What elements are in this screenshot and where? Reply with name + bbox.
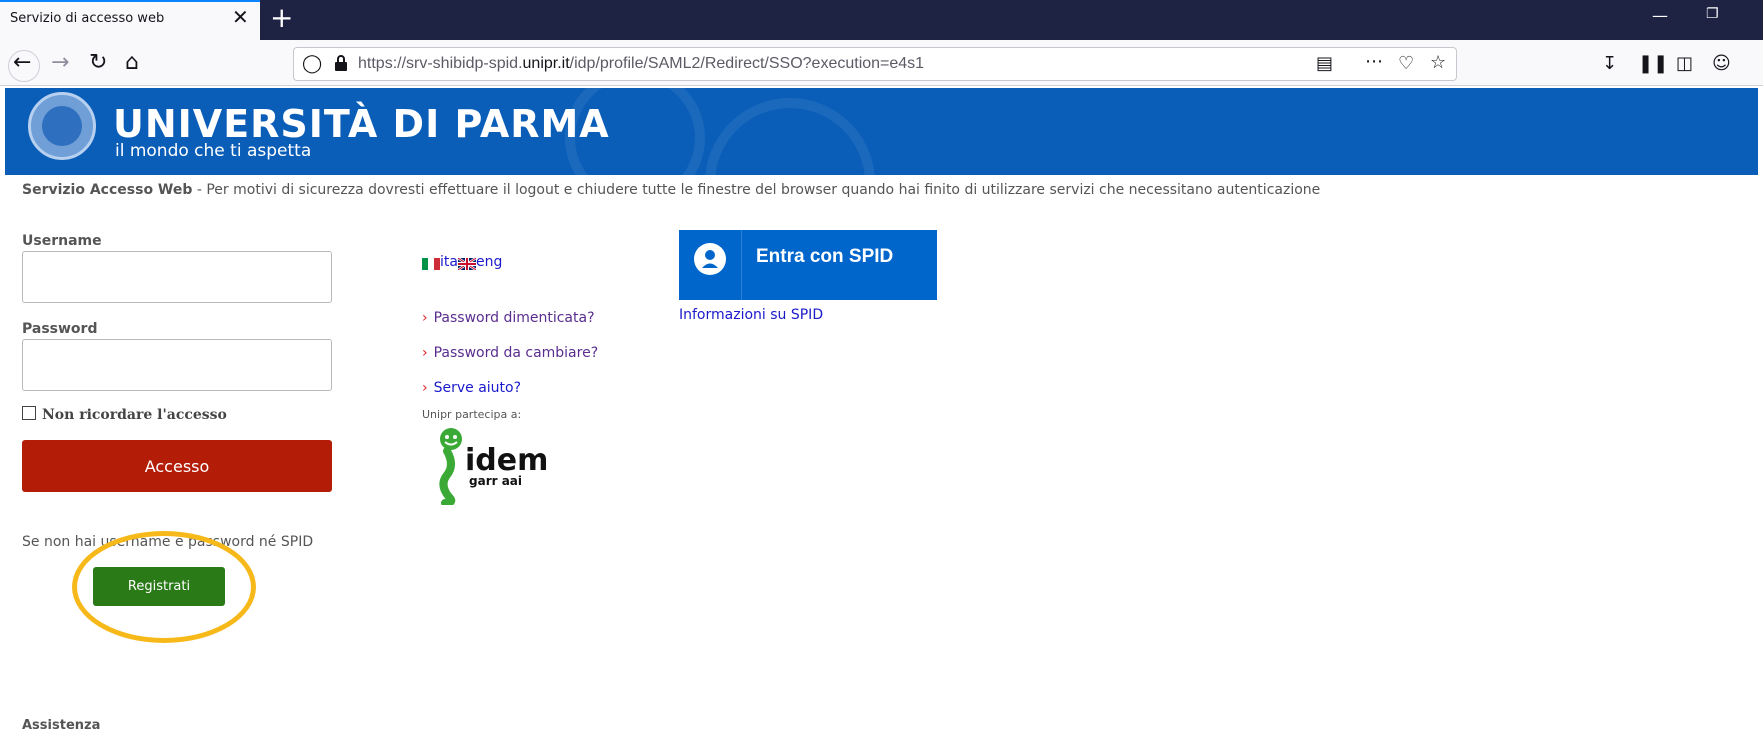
username-label: Username bbox=[22, 233, 102, 249]
sidebar-icon[interactable]: ◫ bbox=[1676, 55, 1693, 73]
pocket-icon[interactable]: ♡ bbox=[1398, 55, 1414, 73]
lock-icon[interactable] bbox=[334, 54, 348, 76]
back-arrow-icon: ← bbox=[13, 50, 32, 75]
idem-logo-text: idem bbox=[465, 443, 548, 478]
university-tagline: il mondo che ti aspetta bbox=[115, 141, 312, 161]
password-label: Password bbox=[22, 321, 98, 337]
shield-icon[interactable]: ◯ bbox=[302, 55, 322, 73]
remember-label[interactable]: Non ricordare l'accesso bbox=[42, 407, 227, 423]
university-name: UNIVERSITÀ DI PARMA bbox=[113, 102, 610, 146]
lang-ita-link[interactable]: ita bbox=[440, 254, 458, 270]
highlight-ring bbox=[72, 531, 256, 643]
seal-center bbox=[42, 106, 82, 146]
participation-label: Unipr partecipa a: bbox=[422, 408, 522, 421]
reader-view-icon[interactable]: ▤ bbox=[1316, 55, 1333, 73]
spid-button-label[interactable]: Entra con SPID bbox=[756, 246, 893, 268]
bookmark-star-icon[interactable]: ☆ bbox=[1430, 54, 1446, 72]
idem-garr-logo[interactable]: idem garr aai bbox=[425, 425, 555, 507]
password-input[interactable] bbox=[22, 339, 332, 391]
library-icon[interactable]: ❚❚ bbox=[1638, 55, 1668, 73]
spid-user-icon bbox=[694, 243, 726, 275]
assistenza-heading: Assistenza bbox=[22, 718, 101, 733]
close-tab-icon[interactable]: ✕ bbox=[232, 7, 249, 27]
new-tab-icon[interactable]: + bbox=[270, 3, 293, 33]
account-icon[interactable]: ☺ bbox=[1712, 55, 1731, 73]
spid-info-link[interactable]: Informazioni su SPID bbox=[679, 307, 823, 323]
uk-flag-icon[interactable] bbox=[457, 258, 476, 270]
remember-checkbox[interactable] bbox=[22, 406, 36, 420]
forgot-password-link[interactable]: › Password dimenticata? bbox=[422, 310, 595, 326]
restore-window-icon[interactable]: ❐ bbox=[1706, 6, 1719, 22]
italian-flag-icon[interactable] bbox=[422, 258, 440, 270]
language-switcher: ita eng bbox=[422, 254, 502, 270]
more-actions-icon[interactable]: ⋯ bbox=[1365, 53, 1383, 71]
change-password-link[interactable]: › Password da cambiare? bbox=[422, 345, 598, 361]
username-input[interactable] bbox=[22, 251, 332, 303]
tab-title[interactable]: Servizio di accesso web bbox=[10, 11, 164, 26]
lang-eng-link[interactable]: eng bbox=[476, 254, 502, 270]
home-icon[interactable]: ⌂ bbox=[125, 52, 139, 74]
login-button[interactable]: Accesso bbox=[22, 440, 332, 492]
garr-logo-text: garr aai bbox=[469, 474, 522, 488]
url-text[interactable]: https://srv-shibidp-spid.unipr.it/idp/pr… bbox=[358, 55, 924, 73]
download-icon[interactable]: ↧ bbox=[1602, 55, 1617, 73]
minimize-window-icon[interactable]: — bbox=[1652, 6, 1668, 25]
help-link[interactable]: › Serve aiuto? bbox=[422, 380, 521, 396]
security-notice: Servizio Accesso Web - Per motivi di sic… bbox=[22, 182, 1321, 198]
tab-strip bbox=[0, 0, 1763, 40]
forward-button[interactable]: → bbox=[51, 52, 69, 74]
reload-icon[interactable]: ↻ bbox=[89, 52, 107, 74]
